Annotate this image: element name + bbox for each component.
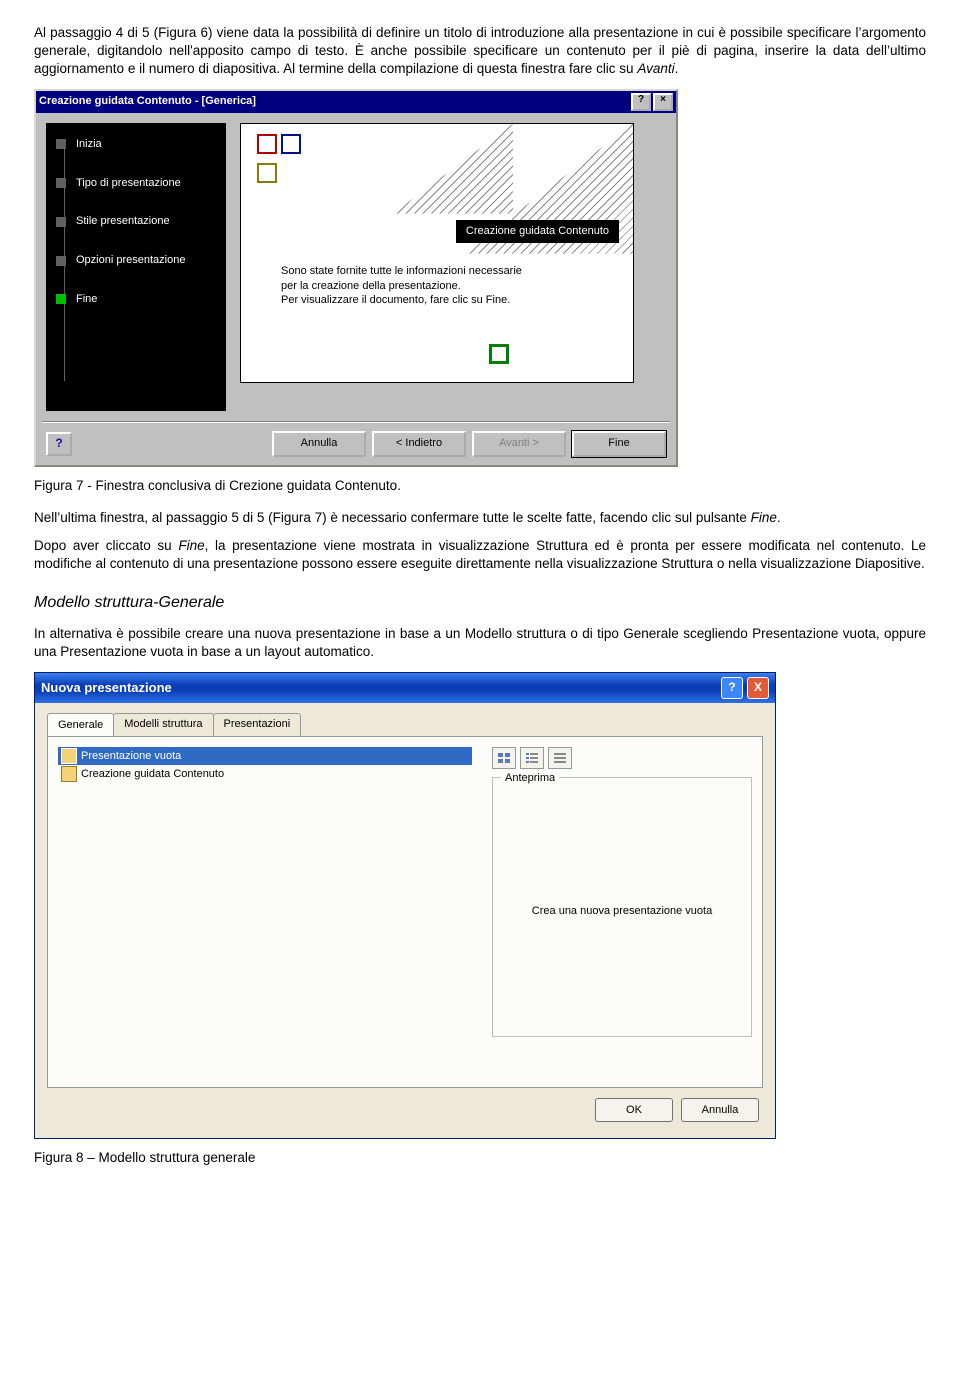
next-button: Avanti > xyxy=(472,431,566,457)
template-icon xyxy=(61,748,77,764)
cancel-button[interactable]: Annulla xyxy=(681,1098,759,1122)
view-large-icons-button[interactable] xyxy=(492,747,516,769)
view-details-button[interactable] xyxy=(548,747,572,769)
cancel-button[interactable]: Annulla xyxy=(272,431,366,457)
preview-message: Sono state fornite tutte le informazioni… xyxy=(281,264,531,309)
view-mode-buttons xyxy=(492,747,752,769)
paragraph-2b: Dopo aver cliccato su Fine, la presentaz… xyxy=(34,537,926,573)
context-help-button[interactable]: ? xyxy=(46,432,72,456)
list-item-selected[interactable]: Presentazione vuota xyxy=(58,747,472,765)
help-button[interactable]: ? xyxy=(721,677,743,699)
preview-banner: Creazione guidata Contenuto xyxy=(456,220,619,243)
step-opzioni: Opzioni presentazione xyxy=(56,253,216,268)
tab-presentazioni[interactable]: Presentazioni xyxy=(213,713,302,737)
finish-button[interactable]: Fine xyxy=(572,431,666,457)
swatch-olive xyxy=(257,163,277,183)
close-button[interactable]: × xyxy=(653,93,673,111)
swatch-red xyxy=(257,134,277,154)
list-item[interactable]: Creazione guidata Contenuto xyxy=(58,765,472,783)
title-text: Nuova presentazione xyxy=(41,679,717,697)
tab-generale[interactable]: Generale xyxy=(47,713,114,737)
step-stile: Stile presentazione xyxy=(56,214,216,229)
titlebar: Nuova presentazione ? X xyxy=(35,673,775,703)
wizard-dialog: Creazione guidata Contenuto - [Generica]… xyxy=(34,89,678,467)
tab-page: Presentazione vuota Creazione guidata Co… xyxy=(47,736,763,1088)
swatch-navy xyxy=(281,134,301,154)
paragraph-3: In alternativa è possibile creare una nu… xyxy=(34,625,926,661)
groupbox-label: Anteprima xyxy=(501,771,559,786)
paragraph-2a: Nell’ultima finestra, al passaggio 5 di … xyxy=(34,509,926,527)
wizard-buttons: ? Annulla < Indietro Avanti > Fine xyxy=(36,423,676,465)
subheading-modello: Modello struttura-Generale xyxy=(34,592,926,614)
new-presentation-dialog: Nuova presentazione ? X Generale Modelli… xyxy=(34,672,776,1140)
back-button[interactable]: < Indietro xyxy=(372,431,466,457)
help-button[interactable]: ? xyxy=(631,93,651,111)
dialog-buttons: OK Annulla xyxy=(47,1088,763,1126)
tabstrip: Generale Modelli struttura Presentazioni xyxy=(47,713,763,737)
titlebar: Creazione guidata Contenuto - [Generica]… xyxy=(36,91,676,113)
close-button[interactable]: X xyxy=(747,677,769,699)
step-tipo: Tipo di presentazione xyxy=(56,176,216,191)
color-swatches xyxy=(257,134,305,188)
figure8-caption: Figura 8 – Modello struttura generale xyxy=(34,1149,926,1167)
wizard-steps-sidebar: Inizia Tipo di presentazione Stile prese… xyxy=(46,123,226,411)
swatch-green xyxy=(489,344,509,364)
ok-button[interactable]: OK xyxy=(595,1098,673,1122)
template-list[interactable]: Presentazione vuota Creazione guidata Co… xyxy=(58,747,472,1077)
preview-groupbox: Anteprima Crea una nuova presentazione v… xyxy=(492,777,752,1037)
step-inizia: Inizia xyxy=(56,137,216,152)
template-icon xyxy=(61,766,77,782)
step-fine: Fine xyxy=(56,292,216,307)
title-text: Creazione guidata Contenuto - [Generica] xyxy=(39,94,629,109)
preview-text: Crea una nuova presentazione vuota xyxy=(532,904,712,919)
tab-modelli[interactable]: Modelli struttura xyxy=(113,713,213,737)
figure7-caption: Figura 7 - Finestra conclusiva di Crezio… xyxy=(34,477,926,495)
paragraph-1: Al passaggio 4 di 5 (Figura 6) viene dat… xyxy=(34,24,926,79)
slide-preview: Creazione guidata Contenuto Sono state f… xyxy=(240,123,666,411)
view-list-button[interactable] xyxy=(520,747,544,769)
